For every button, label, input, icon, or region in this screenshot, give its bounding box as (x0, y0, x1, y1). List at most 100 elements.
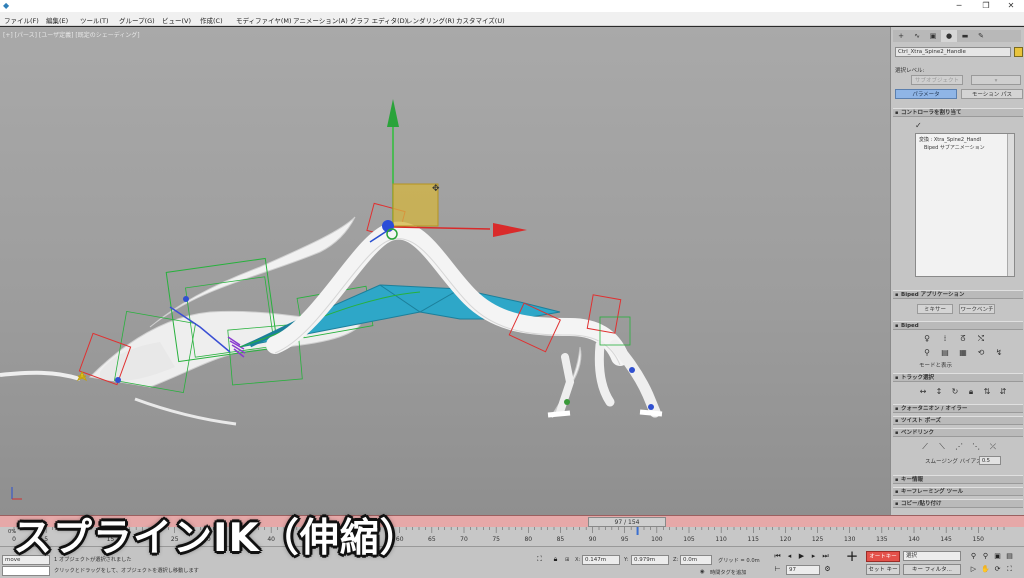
tree-item-transform[interactable]: 変換 : Xtra_Spine2_Handl (919, 136, 981, 143)
menu-file[interactable]: ファイル(F) (4, 15, 39, 25)
mixer-button[interactable]: ミキサー (917, 304, 953, 314)
keyframing-tools-rollout[interactable]: キーフレーミング ツール (893, 487, 1023, 496)
footstep-mode-icon[interactable]: ⁞ (939, 333, 951, 344)
biped-rollout[interactable]: Biped (893, 321, 1023, 330)
workbench-button[interactable]: ワークベンチ (959, 304, 995, 314)
sub-object-dropdown[interactable]: ▾ (971, 75, 1021, 85)
key-filters-button[interactable]: キー フィルタ... (903, 564, 961, 575)
opposite-icon[interactable]: ⇵ (997, 386, 1009, 397)
menu-tools[interactable]: ツール(T) (80, 15, 109, 25)
isolate-selection-icon[interactable]: ⛶ (534, 554, 545, 565)
tree-scrollbar[interactable] (1007, 134, 1014, 276)
previous-frame-icon[interactable]: ◂ (784, 551, 795, 562)
add-time-tag-icon[interactable]: ◉ (700, 569, 705, 575)
modify-tab-icon[interactable]: ∿ (909, 30, 925, 42)
menu-graph-editors[interactable]: グラフ エディタ(D) (350, 15, 407, 25)
menu-group[interactable]: グループ(G) (119, 15, 155, 25)
biped-playback-icon[interactable]: ⚲ (921, 347, 933, 358)
copy-paste-rollout[interactable]: コピー/貼り付け (893, 499, 1023, 508)
close-icon[interactable]: ✕ (1000, 0, 1022, 12)
selection-lock-icon[interactable]: 🔒︎ (550, 554, 561, 565)
display-tab-icon[interactable]: ▬ (957, 30, 973, 42)
go-to-end-icon[interactable]: ⏭ (820, 551, 831, 562)
zoom-icon[interactable]: ⚲ (968, 551, 979, 562)
motion-paths-button[interactable]: モーション パス (961, 89, 1023, 99)
motion-tab-icon[interactable]: ● (941, 30, 957, 42)
zoom-extents-icon[interactable]: ▣ (992, 551, 1003, 562)
maxscript-input[interactable] (2, 566, 50, 576)
pan-icon[interactable]: ✋ (980, 564, 991, 575)
add-time-tag[interactable]: 時間タグを追加 (710, 569, 746, 576)
field-of-view-icon[interactable]: ▷ (968, 564, 979, 575)
mixer-mode-icon[interactable]: ⤭ (975, 333, 987, 344)
zero-twist-icon[interactable]: ⤫ (987, 441, 999, 452)
restore-icon[interactable]: ❐ (975, 0, 997, 12)
hierarchy-tab-icon[interactable]: ▣ (925, 30, 941, 42)
menu-animation[interactable]: アニメーション(A) (293, 15, 348, 25)
orbit-icon[interactable]: ⟳ (992, 564, 1003, 575)
twist-links-mode-icon[interactable]: ⟍ (936, 441, 948, 452)
menu-create[interactable]: 作成(C) (200, 15, 223, 25)
quaternion-euler-rollout[interactable]: クォータニオン / オイラー (893, 404, 1023, 413)
play-icon[interactable]: ▶ (796, 551, 807, 562)
smoothing-bias-spinner[interactable]: 0.5 (979, 456, 1001, 465)
time-slider-thumb[interactable]: 97 / 154 (588, 517, 666, 527)
object-color-swatch[interactable] (1014, 47, 1023, 57)
lock-com-keying-icon[interactable]: 🔒︎ (965, 386, 977, 397)
next-frame-icon[interactable]: ▸ (808, 551, 819, 562)
set-key-icon[interactable]: + (844, 549, 860, 569)
track-tick-label: 100 (651, 536, 663, 543)
object-name-field[interactable]: Ctrl_Xtra_Spine2_Handle (895, 47, 1011, 57)
selection-set-dropdown[interactable]: 選択 (903, 551, 961, 561)
track-tick-label: 85 (557, 536, 565, 543)
menu-rendering[interactable]: レンダリング(R) (406, 15, 455, 25)
bend-links-mode-icon[interactable]: ⟋ (919, 441, 931, 452)
biped-apps-rollout[interactable]: Biped アプリケーション (893, 290, 1023, 299)
sub-object-button[interactable]: サブオブジェクト (911, 75, 963, 85)
load-file-icon[interactable]: ▤ (939, 347, 951, 358)
tree-item-biped-subanim[interactable]: Biped サブアニメーション (924, 144, 985, 151)
z-coordinate-field[interactable]: 0.0m (680, 555, 712, 565)
move-all-mode-icon[interactable]: ↯ (993, 347, 1005, 358)
controller-tree[interactable]: 変換 : Xtra_Spine2_Handl Biped サブアニメーション (915, 133, 1015, 277)
body-rotation-icon[interactable]: ↻ (949, 386, 961, 397)
transform-mode-icon[interactable]: ⊞ (565, 557, 569, 563)
auto-key-button[interactable]: オートキー (866, 551, 900, 562)
menu-edit[interactable]: 編集(E) (46, 15, 68, 25)
go-to-start-icon[interactable]: ⏮ (772, 551, 783, 562)
twist-poses-rollout[interactable]: ツイスト ポーズ (893, 416, 1023, 425)
convert-icon[interactable]: ⟲ (975, 347, 987, 358)
body-horizontal-icon[interactable]: ↔ (917, 386, 929, 397)
current-frame-field[interactable]: 97 (786, 565, 820, 575)
assign-controller-rollout[interactable]: コントローラを割り当て (893, 108, 1023, 117)
menu-view[interactable]: ビュー(V) (162, 15, 191, 25)
create-tab-icon[interactable]: + (893, 30, 909, 42)
biped-icon-row-2: ⚲ ▤ ▦ ⟲ ↯ (921, 347, 1005, 358)
utilities-tab-icon[interactable]: ✎ (973, 30, 989, 42)
menu-customize[interactable]: カスタマイズ(U) (456, 15, 505, 25)
motion-flow-icon[interactable]: ᘔ (957, 333, 969, 344)
twist-individual-icon[interactable]: ⋰ (953, 441, 965, 452)
x-coordinate-field[interactable]: 0.147m (582, 555, 620, 565)
key-info-rollout[interactable]: キー情報 (893, 475, 1023, 484)
track-selection-rollout[interactable]: トラック選択 (893, 373, 1023, 382)
key-mode-icon[interactable]: ⊢ (772, 564, 783, 575)
bend-links-rollout[interactable]: ベンドリンク (893, 428, 1023, 437)
menu-modifiers[interactable]: モディファイヤ(M) (236, 15, 292, 25)
mode-display-toggle[interactable]: モードと表示 (919, 361, 952, 369)
save-file-icon[interactable]: ▦ (957, 347, 969, 358)
smooth-twist-icon[interactable]: ⋱ (970, 441, 982, 452)
zoom-all-icon[interactable]: ⚲ (980, 551, 991, 562)
zoom-extents-all-icon[interactable]: ▤ (1004, 551, 1015, 562)
minimize-icon[interactable]: ─ (948, 0, 970, 12)
symmetrical-icon[interactable]: ⇅ (981, 386, 993, 397)
time-config-icon[interactable]: ⚙ (822, 564, 833, 575)
parameters-button[interactable]: パラメータ (895, 89, 957, 99)
maximize-viewport-icon[interactable]: ⛶ (1004, 564, 1015, 575)
assign-controller-icon[interactable]: ✓ (915, 121, 922, 130)
body-vertical-icon[interactable]: ↕ (933, 386, 945, 397)
perspective-viewport[interactable]: [+] [パース] [ユーザ定義] [既定のシェーディング] ✥ (0, 27, 890, 515)
y-coordinate-field[interactable]: 0.979m (631, 555, 669, 565)
figure-mode-icon[interactable]: ♀ (921, 333, 933, 344)
set-key-button[interactable]: セット キー (866, 564, 900, 575)
